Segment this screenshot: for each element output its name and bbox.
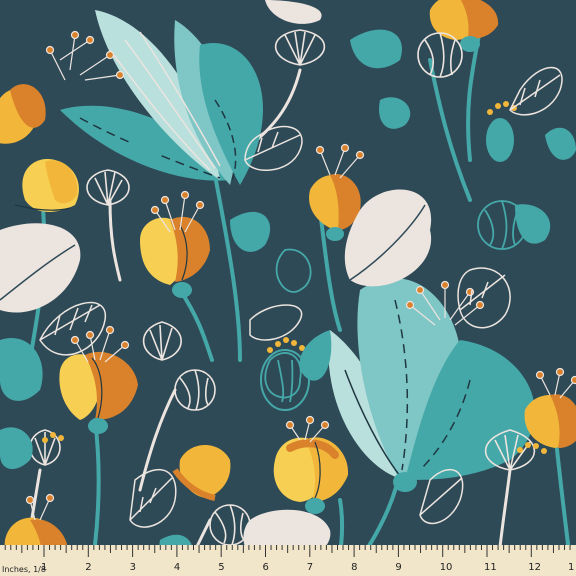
ruler-number: 7	[307, 562, 313, 573]
ruler-number: 4	[174, 562, 180, 573]
ruler-number: 5	[218, 562, 224, 573]
ruler-number: 10	[440, 562, 453, 573]
ruler-number: 6	[263, 562, 269, 573]
ruler-number: 3	[130, 562, 136, 573]
ruler-number: 9	[395, 562, 401, 573]
ruler-number: 8	[351, 562, 357, 573]
floral-fabric-swatch: 1 2 3 4 5 6 7 8 9 10 11 12 1 Inches, 1/8	[0, 0, 576, 576]
ruler-number: 2	[85, 562, 91, 573]
ruler-number: 1	[568, 562, 574, 573]
ruler-number: 11	[484, 562, 497, 573]
measurement-ruler: 1 2 3 4 5 6 7 8 9 10 11 12 1 Inches, 1/8	[0, 545, 576, 576]
ruler-number: 12	[528, 562, 541, 573]
ruler-unit-label: Inches, 1/8	[2, 565, 46, 574]
